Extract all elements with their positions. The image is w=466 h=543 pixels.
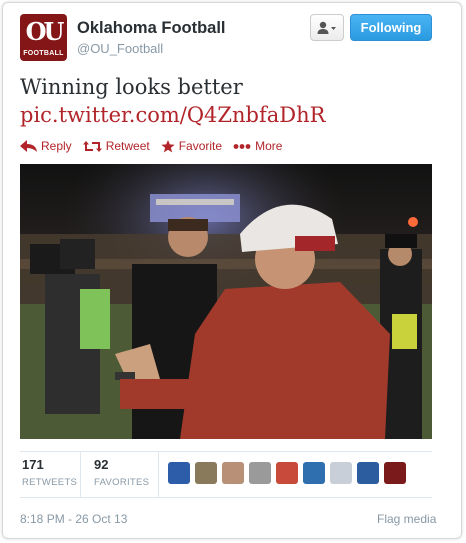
favorites-stat[interactable]: 92 FAVORITES xyxy=(94,457,149,488)
user-actions-dropdown[interactable] xyxy=(310,14,344,41)
more-dots-icon xyxy=(233,143,251,149)
following-button[interactable]: Following xyxy=(350,14,432,41)
reply-action[interactable]: Reply xyxy=(20,137,72,155)
tweet-actions: Reply Retweet Favorite More xyxy=(20,137,282,155)
more-action[interactable]: More xyxy=(233,137,282,155)
favoriters-avatars xyxy=(168,462,406,484)
avatar-logo-subtext: FOOTBALL xyxy=(23,50,64,57)
favorites-count: 92 xyxy=(94,457,109,472)
retweets-label: RETWEETS xyxy=(22,477,78,488)
tweet-card: OU FOOTBALL Oklahoma Football @OU_Footba… xyxy=(2,2,462,539)
stats-divider xyxy=(158,451,159,497)
flag-media-link[interactable]: Flag media xyxy=(377,512,436,526)
user-handle[interactable]: @OU_Football xyxy=(77,41,163,56)
star-icon xyxy=(161,139,175,152)
favorite-label: Favorite xyxy=(178,139,223,153)
person-dropdown-icon xyxy=(317,21,336,34)
reply-label: Reply xyxy=(41,139,72,153)
avatar-logo-text: OU xyxy=(25,17,65,46)
tweet-timestamp[interactable]: 8:18 PM - 26 Oct 13 xyxy=(20,512,127,526)
favoriter-avatar[interactable] xyxy=(195,462,217,484)
favoriter-avatar[interactable] xyxy=(303,462,325,484)
favoriter-avatar[interactable] xyxy=(357,462,379,484)
favoriter-avatar[interactable] xyxy=(330,462,352,484)
favorite-action[interactable]: Favorite xyxy=(161,137,222,155)
tweet-media-link[interactable]: pic.twitter.com/Q4ZnbfaDhR xyxy=(20,101,325,129)
retweets-stat[interactable]: 171 RETWEETS xyxy=(22,457,77,488)
avatar[interactable]: OU FOOTBALL xyxy=(20,14,67,61)
favoriter-avatar[interactable] xyxy=(168,462,190,484)
retweet-action[interactable]: Retweet xyxy=(82,137,150,155)
favoriter-avatar[interactable] xyxy=(276,462,298,484)
favoriter-avatar[interactable] xyxy=(249,462,271,484)
display-name[interactable]: Oklahoma Football xyxy=(77,19,226,38)
tweet-stats: 171 RETWEETS 92 FAVORITES xyxy=(20,451,432,497)
favoriter-avatar[interactable] xyxy=(222,462,244,484)
stats-divider xyxy=(80,451,81,497)
more-label: More xyxy=(255,139,283,153)
divider-bottom-stats xyxy=(20,497,432,498)
tweet-photo[interactable] xyxy=(20,164,432,439)
favorites-label: FAVORITES xyxy=(94,477,150,488)
reply-arrow-icon xyxy=(20,139,37,152)
retweets-count: 171 xyxy=(22,457,44,472)
retweet-label: Retweet xyxy=(105,139,150,153)
tweet-text: Winning looks better xyxy=(20,75,243,99)
retweet-icon xyxy=(82,140,102,152)
favoriter-avatar[interactable] xyxy=(384,462,406,484)
